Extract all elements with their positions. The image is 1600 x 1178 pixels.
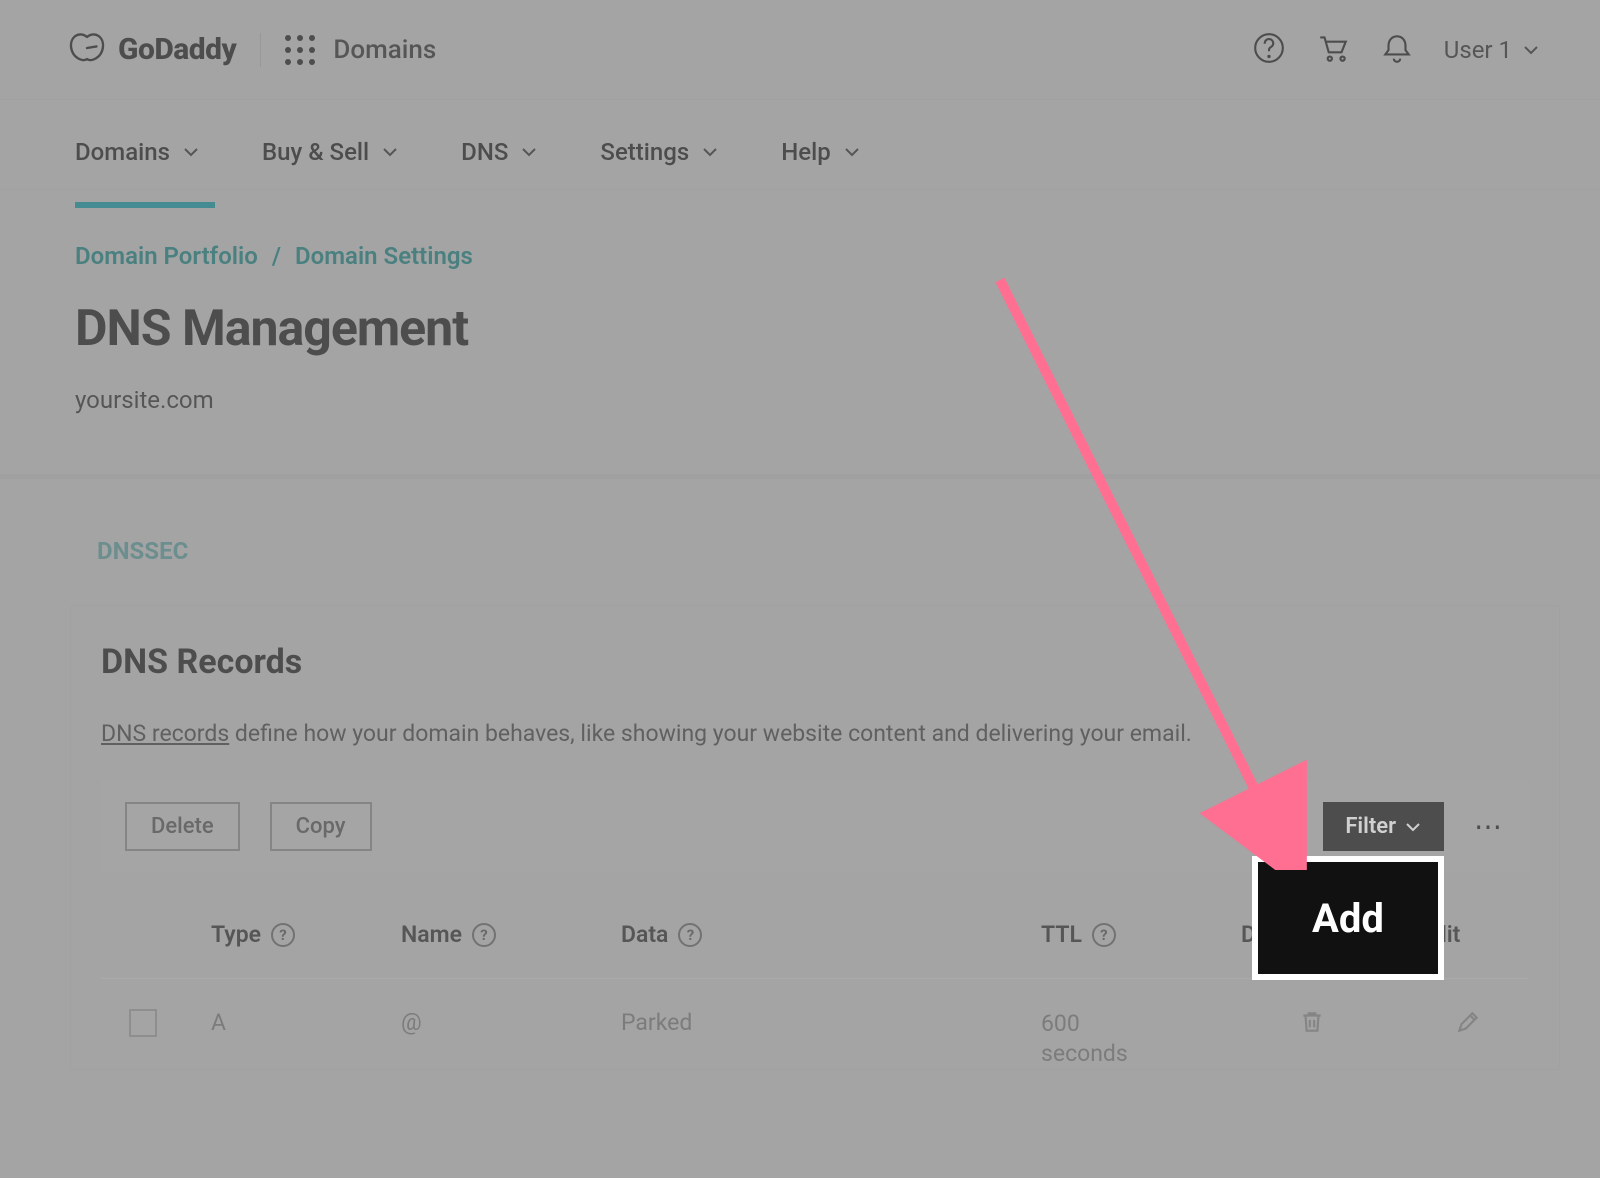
main-nav: Domains Buy & Sell DNS Settings Help <box>0 100 1600 190</box>
row-checkbox[interactable] <box>129 1009 157 1037</box>
topbar: GoDaddy Domains User 1 <box>0 0 1600 100</box>
tabs-area: DNSSEC <box>0 479 1600 565</box>
chevron-down-icon <box>520 143 538 161</box>
card-title: DNS Records <box>101 642 1529 682</box>
add-button[interactable]: Add <box>1258 862 1438 974</box>
chevron-down-icon <box>182 143 200 161</box>
bell-icon[interactable] <box>1380 31 1414 69</box>
dns-records-link[interactable]: DNS records <box>101 720 229 747</box>
row-delete-icon[interactable] <box>1299 1009 1421 1041</box>
table-row: A @ Parked 600 seconds <box>101 979 1529 1069</box>
chevron-down-icon <box>1404 818 1422 836</box>
cell-data: Parked <box>621 1009 1041 1036</box>
domain-name: yoursite.com <box>75 386 1525 414</box>
chevron-down-icon <box>843 143 861 161</box>
nav-item-help[interactable]: Help <box>781 138 861 206</box>
breadcrumb-portfolio[interactable]: Domain Portfolio <box>75 242 258 270</box>
help-icon[interactable] <box>1252 31 1286 69</box>
th-data: Data? <box>621 921 1041 948</box>
cell-name: @ <box>401 1009 621 1036</box>
divider <box>260 33 261 67</box>
help-icon[interactable]: ? <box>271 923 295 947</box>
add-button-highlight: Add <box>1252 856 1444 980</box>
card-desc: DNS records define how your domain behav… <box>101 718 1529 750</box>
th-name: Name? <box>401 921 621 948</box>
chevron-down-icon <box>381 143 399 161</box>
th-type: Type? <box>211 921 401 948</box>
brand[interactable]: GoDaddy <box>68 29 236 71</box>
nav-item-settings[interactable]: Settings <box>600 138 719 206</box>
cart-icon[interactable] <box>1316 31 1350 69</box>
cell-type: A <box>211 1009 401 1036</box>
help-icon[interactable]: ? <box>1092 923 1116 947</box>
godaddy-logo-icon <box>68 29 106 71</box>
user-menu[interactable]: User 1 <box>1444 36 1540 64</box>
cell-ttl: 600 seconds <box>1041 1009 1241 1069</box>
app-label: Domains <box>333 35 436 65</box>
more-icon[interactable]: ⋯ <box>1474 810 1505 843</box>
breadcrumb-sep: / <box>272 242 281 270</box>
apps-grid-icon <box>285 35 315 65</box>
breadcrumb-settings[interactable]: Domain Settings <box>295 242 473 270</box>
topbar-right: User 1 <box>1252 31 1540 69</box>
copy-button[interactable]: Copy <box>270 802 372 851</box>
row-edit-icon[interactable] <box>1455 1009 1541 1041</box>
dns-records-card: DNS Records DNS records define how your … <box>70 605 1560 1070</box>
brand-name: GoDaddy <box>118 32 236 67</box>
filter-button[interactable]: Filter <box>1323 802 1444 851</box>
card-desc-rest: define how your domain behaves, like sho… <box>229 720 1192 747</box>
nav-item-dns[interactable]: DNS <box>461 138 538 206</box>
page-title: DNS Management <box>75 300 1525 358</box>
user-label: User 1 <box>1444 36 1512 64</box>
nav-item-buy-sell[interactable]: Buy & Sell <box>262 138 399 206</box>
chevron-down-icon <box>1522 41 1540 59</box>
nav-item-domains[interactable]: Domains <box>75 138 200 206</box>
help-icon[interactable]: ? <box>472 923 496 947</box>
chevron-down-icon <box>701 143 719 161</box>
breadcrumb: Domain Portfolio / Domain Settings <box>75 242 1525 270</box>
help-icon[interactable]: ? <box>678 923 702 947</box>
app-switcher[interactable]: Domains <box>285 35 436 65</box>
th-ttl: TTL? <box>1041 921 1241 948</box>
tab-dnssec[interactable]: DNSSEC <box>75 537 1525 565</box>
delete-button[interactable]: Delete <box>125 802 240 851</box>
page-head: Domain Portfolio / Domain Settings DNS M… <box>0 190 1600 479</box>
